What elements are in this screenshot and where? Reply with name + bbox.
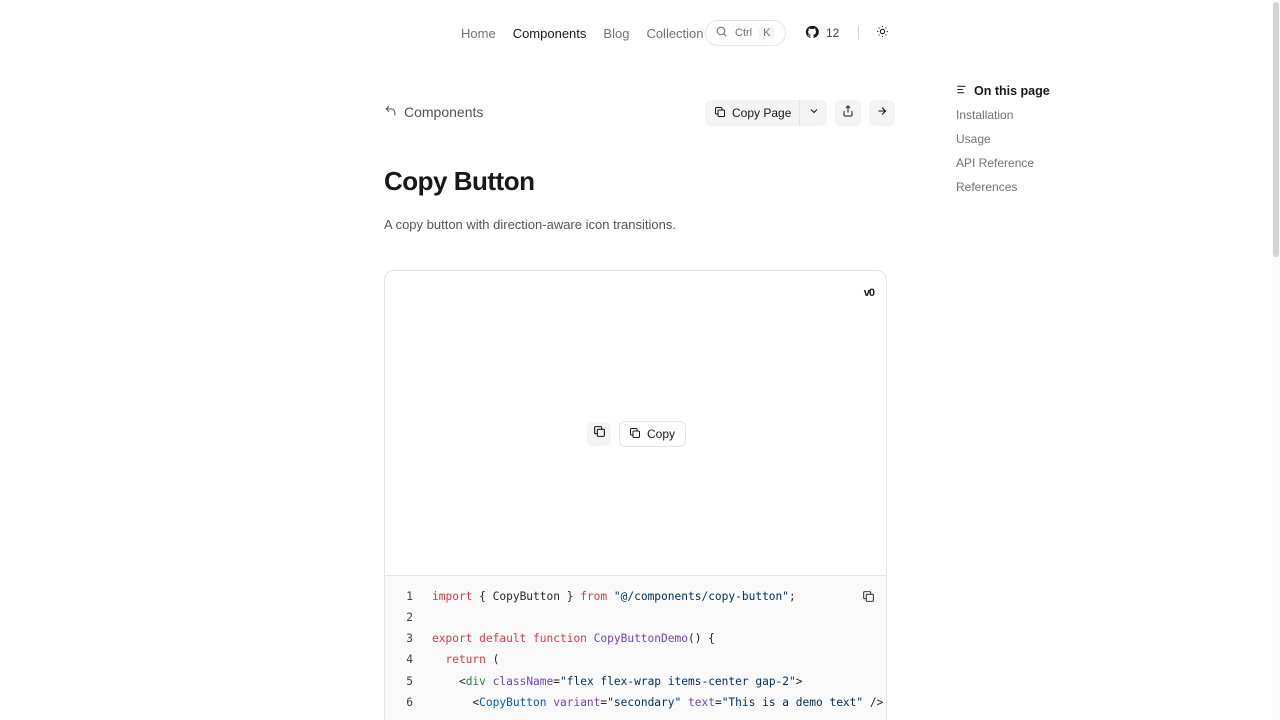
- copy-page-group: Copy Page: [705, 100, 828, 126]
- table-of-contents: On this page Installation Usage API Refe…: [956, 84, 1050, 194]
- search-button[interactable]: Ctrl K: [705, 20, 786, 46]
- code-line: 5 <div className="flex flex-wrap items-c…: [385, 675, 802, 695]
- line-number: 1: [406, 590, 413, 603]
- copy-page-dropdown-button[interactable]: [799, 100, 827, 126]
- code-line: 2: [385, 611, 413, 631]
- code-line: 4 return (: [385, 653, 499, 673]
- copy-page-button[interactable]: Copy Page: [705, 100, 799, 126]
- nav-link-home[interactable]: Home: [461, 26, 496, 41]
- copy-page-label: Copy Page: [732, 106, 792, 120]
- toc-list: Installation Usage API Reference Referen…: [956, 108, 1050, 194]
- nav-link-blog[interactable]: Blog: [603, 26, 629, 41]
- toc-header: On this page: [956, 84, 1050, 98]
- top-nav: Home Components Blog Collection Ctrl K 1…: [461, 20, 888, 46]
- page-scrollbar[interactable]: [1272, 0, 1280, 720]
- line-number: 4: [406, 653, 413, 666]
- search-shortcut-ctrl: Ctrl: [735, 27, 753, 39]
- v0-logo[interactable]: v0: [864, 287, 875, 299]
- back-link-label: Components: [404, 104, 484, 120]
- copy-icon: [629, 427, 641, 442]
- back-link[interactable]: Components: [384, 104, 483, 120]
- share-icon: [842, 104, 854, 122]
- copy-icon: [593, 425, 606, 443]
- github-star-count: 12: [826, 26, 840, 40]
- code-line: 1 import { CopyButton } from "@/componen…: [385, 590, 796, 610]
- code-line: 3 export default function CopyButtonDemo…: [385, 632, 715, 652]
- toc-item-installation[interactable]: Installation: [956, 108, 1050, 122]
- theme-toggle-button[interactable]: [874, 25, 890, 41]
- demo-copy-button[interactable]: Copy: [619, 421, 687, 447]
- share-button[interactable]: [835, 100, 862, 126]
- line-number: 2: [406, 611, 413, 624]
- toc-item-usage[interactable]: Usage: [956, 132, 1050, 146]
- demo-row: Copy: [587, 421, 687, 447]
- code-block: 1 import { CopyButton } from "@/componen…: [384, 575, 887, 720]
- search-icon: [715, 25, 728, 41]
- search-shortcut-key: K: [759, 27, 775, 39]
- toc-item-references[interactable]: References: [956, 180, 1050, 194]
- toc-item-api-reference[interactable]: API Reference: [956, 156, 1050, 170]
- copy-code-button[interactable]: [860, 591, 876, 607]
- copy-icon: [714, 106, 726, 121]
- nav-link-components[interactable]: Components: [513, 26, 587, 41]
- line-number: 3: [406, 632, 413, 645]
- scrollbar-thumb[interactable]: [1273, 2, 1279, 257]
- page-actions: Copy Page: [705, 100, 896, 126]
- code-keyword: import: [432, 590, 473, 603]
- toc-title: On this page: [974, 84, 1050, 98]
- component-preview: v0 Copy: [384, 270, 887, 575]
- list-icon: [956, 84, 967, 98]
- demo-copy-label: Copy: [647, 427, 676, 441]
- github-icon: [805, 25, 819, 42]
- demo-copy-icon-button[interactable]: [587, 422, 611, 446]
- line-number: 5: [406, 675, 413, 688]
- arrow-right-icon: [876, 104, 888, 122]
- github-link[interactable]: 12: [805, 20, 839, 46]
- next-page-button[interactable]: [869, 100, 896, 126]
- return-arrow-icon: [384, 104, 397, 120]
- nav-divider: [858, 26, 859, 40]
- nav-link-collection[interactable]: Collection: [646, 26, 703, 41]
- chevron-down-icon: [808, 104, 820, 122]
- page-description: A copy button with direction-aware icon …: [384, 217, 676, 232]
- code-line: 6 <CopyButton variant="secondary" text="…: [385, 696, 883, 716]
- copy-icon: [862, 590, 875, 608]
- sun-icon: [876, 25, 889, 41]
- page-title: Copy Button: [384, 166, 535, 196]
- line-number: 6: [406, 696, 413, 709]
